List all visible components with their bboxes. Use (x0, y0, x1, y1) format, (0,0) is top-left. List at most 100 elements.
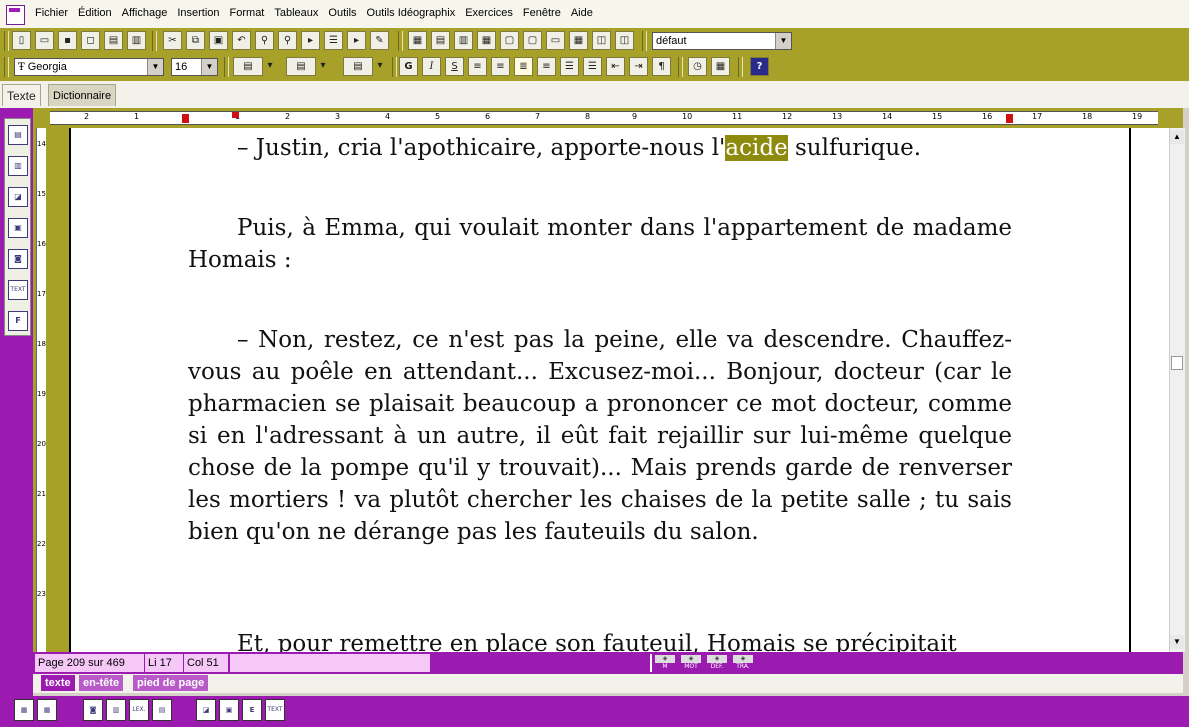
align-left-icon[interactable]: ≡ (468, 57, 487, 76)
bold-button[interactable]: G (399, 57, 418, 76)
align-center-icon[interactable]: ≡ (491, 57, 510, 76)
table-cols-icon[interactable]: ◫ (592, 31, 611, 50)
menu-affichage[interactable]: Affichage (117, 7, 173, 19)
search-icon[interactable]: ⚲ (255, 31, 274, 50)
text-color-icon[interactable]: ▤ (233, 57, 263, 76)
table-icon[interactable]: ▦ (408, 31, 427, 50)
table-merge-icon[interactable]: ▢ (523, 31, 542, 50)
chevron-down-icon[interactable]: ▾ (317, 57, 329, 76)
edit-e-icon[interactable]: E (242, 699, 262, 721)
font-f-icon[interactable]: F (8, 311, 28, 331)
tab-texte-section[interactable]: texte (41, 675, 75, 691)
table-rows-icon[interactable]: ◫ (615, 31, 634, 50)
menu-outils[interactable]: Outils (323, 7, 361, 19)
table-insert-col-icon[interactable]: ▥ (454, 31, 473, 50)
help-button[interactable]: ? (750, 57, 769, 76)
mode-m-icon[interactable]: ◈ M (655, 655, 675, 671)
menu-tableaux[interactable]: Tableaux (269, 7, 323, 19)
binoculars-icon[interactable]: ◙ (8, 249, 28, 269)
new-document-icon[interactable]: ▯ (12, 31, 31, 50)
scroll-down-icon[interactable]: ▼ (1170, 635, 1184, 649)
picture-icon[interactable]: ◪ (196, 699, 216, 721)
mode-mot-icon[interactable]: ◈ MOT (681, 655, 701, 671)
align-right-icon[interactable]: ≡ (537, 57, 556, 76)
table-grid-icon[interactable]: ▦ (477, 31, 496, 50)
menu-edition[interactable]: Édition (73, 7, 117, 19)
vertical-scrollbar[interactable]: ▲ ▼ (1169, 128, 1185, 652)
numbered-list-icon[interactable]: ☰ (583, 57, 602, 76)
font-select[interactable]: Ŧ Georgia ▼ (14, 58, 164, 76)
align-justify-icon[interactable]: ≣ (514, 57, 533, 76)
chevron-down-icon[interactable]: ▾ (264, 57, 276, 76)
save-icon[interactable]: ▪ (58, 31, 77, 50)
grid-view-icon[interactable]: ▥ (106, 699, 126, 721)
menu-fenetre[interactable]: Fenêtre (518, 7, 566, 19)
chevron-down-icon[interactable]: ▼ (147, 59, 163, 75)
menu-insertion[interactable]: Insertion (172, 7, 224, 19)
italic-button[interactable]: I (422, 57, 441, 76)
menu-aide[interactable]: Aide (566, 7, 598, 19)
print-icon[interactable]: ▤ (104, 31, 123, 50)
copy-icon[interactable]: ⧉ (186, 31, 205, 50)
lexicon-icon[interactable]: LEX. (129, 699, 149, 721)
document-icon[interactable]: ▣ (8, 218, 28, 238)
selected-word[interactable]: acide (725, 135, 788, 161)
layout-view-icon[interactable]: ▦ (14, 699, 34, 721)
tab-texte[interactable]: Texte (2, 84, 41, 106)
bullet-list-icon[interactable]: ☰ (560, 57, 579, 76)
bar-chart-icon[interactable]: ▥ (8, 156, 28, 176)
abc-icon[interactable]: ▦ (711, 57, 730, 76)
table-split-icon[interactable]: ▭ (546, 31, 565, 50)
table-delete-icon[interactable]: ▢ (500, 31, 519, 50)
print-preview-icon[interactable]: ◻ (81, 31, 100, 50)
cut-icon[interactable]: ✂ (163, 31, 182, 50)
menu-format[interactable]: Format (225, 7, 270, 19)
chevron-down-icon[interactable]: ▾ (374, 57, 386, 76)
text-audio-icon[interactable]: TEXT (8, 280, 28, 300)
clock-icon[interactable]: ◷ (688, 57, 707, 76)
eraser-icon[interactable]: ◪ (8, 187, 28, 207)
increase-indent-icon[interactable]: ⇥ (629, 57, 648, 76)
app-icon[interactable] (6, 5, 25, 25)
mode-tra-icon[interactable]: ◈ TRA. (733, 655, 753, 671)
table-insert-row-icon[interactable]: ▤ (431, 31, 450, 50)
next-page-icon[interactable]: ▸ (347, 31, 366, 50)
mode-def-icon[interactable]: ◈ DÉF. (707, 655, 727, 671)
text-speech-icon[interactable]: TEXT (265, 699, 285, 721)
brush-icon[interactable]: ✎ (370, 31, 389, 50)
horizontal-ruler[interactable]: 2 1 1 2 3 4 5 6 7 8 9 10 11 12 13 14 15 … (50, 111, 1158, 125)
pilcrow-button[interactable]: ¶ (652, 57, 671, 76)
scroll-up-icon[interactable]: ▲ (1170, 130, 1184, 144)
search-replace-icon[interactable]: ⚲ (278, 31, 297, 50)
document-page[interactable]: – Justin, cria l'apothicaire, apporte-no… (69, 128, 1131, 652)
tab-en-tete[interactable]: en-tête (79, 675, 124, 691)
underline-button[interactable]: S (445, 57, 464, 76)
frame-icon[interactable]: ▣ (219, 699, 239, 721)
decrease-indent-icon[interactable]: ⇤ (606, 57, 625, 76)
style-select[interactable]: défaut ▼ (652, 32, 792, 50)
right-indent-marker[interactable] (1006, 114, 1013, 123)
scroll-thumb[interactable] (1171, 356, 1183, 370)
left-indent-marker[interactable] (182, 114, 189, 123)
menu-fichier[interactable]: Fichier (30, 7, 73, 19)
first-line-indent-marker[interactable] (232, 112, 239, 118)
open-folder-icon[interactable]: ▭ (35, 31, 54, 50)
insert-page-icon[interactable]: ▸ (301, 31, 320, 50)
paste-icon[interactable]: ▣ (209, 31, 228, 50)
font-size-select[interactable]: 16 ▼ (171, 58, 218, 76)
background-color-icon[interactable]: ▤ (343, 57, 373, 76)
fax-icon[interactable]: ▥ (127, 31, 146, 50)
tab-pied-de-page[interactable]: pied de page (133, 675, 209, 691)
table-view-icon[interactable]: ▤ (152, 699, 172, 721)
page-layout-icon[interactable]: ☰ (324, 31, 343, 50)
undo-icon[interactable]: ↶ (232, 31, 251, 50)
menu-outils-ideographix[interactable]: Outils Idéographix (362, 7, 461, 19)
tab-dictionnaire[interactable]: Dictionnaire (48, 84, 117, 106)
menu-exercices[interactable]: Exercices (460, 7, 518, 19)
search-binoculars-icon[interactable]: ◙ (83, 699, 103, 721)
compare-view-icon[interactable]: ▦ (37, 699, 57, 721)
chevron-down-icon[interactable]: ▼ (775, 33, 791, 49)
table-borders-icon[interactable]: ▦ (569, 31, 588, 50)
format-text-icon[interactable]: ▤ (8, 125, 28, 145)
highlight-color-icon[interactable]: ▤ (286, 57, 316, 76)
